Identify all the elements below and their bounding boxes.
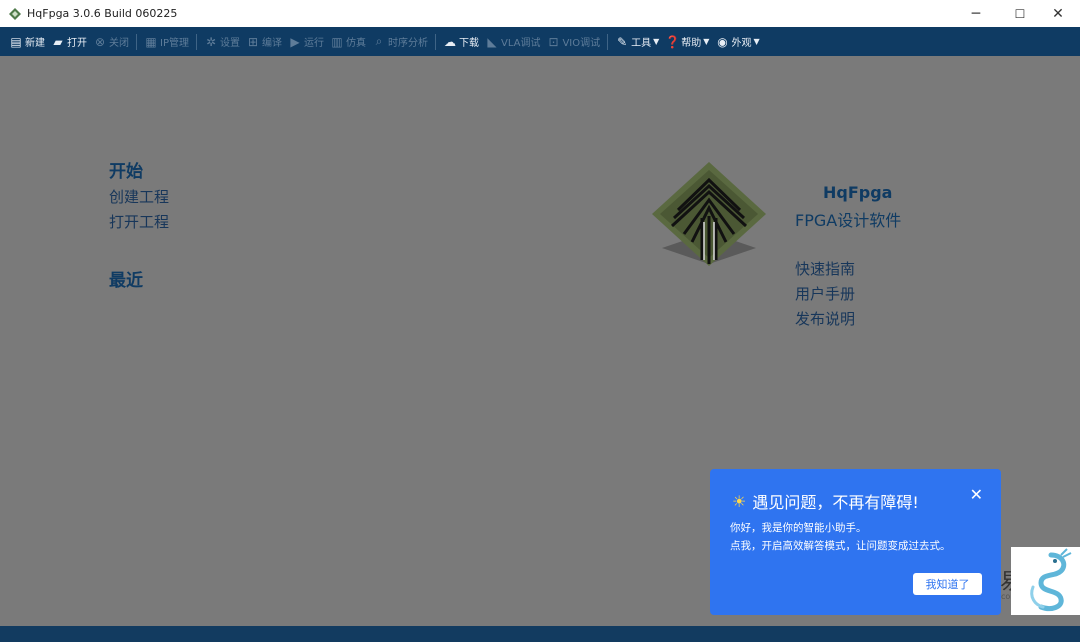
- toolbar-compile-button[interactable]: ⊞ 编译: [243, 27, 285, 56]
- toolbar-label: 外观: [731, 38, 752, 49]
- popup-ok-button[interactable]: 我知道了: [913, 573, 982, 595]
- maximize-icon: ☐: [1014, 6, 1026, 21]
- popup-line-2: 点我，开启高效解答模式，让问题变成过去式。: [730, 540, 951, 552]
- assistant-avatar-button[interactable]: [1011, 547, 1080, 615]
- chevron-down-icon: ▼: [703, 37, 710, 46]
- toolbar-appearance-menu[interactable]: ◉ 外观 ▼: [712, 27, 762, 56]
- open-folder-icon: ▰: [53, 34, 63, 49]
- vla-debug-icon: ◣: [487, 34, 497, 49]
- gear-icon: ✲: [205, 34, 217, 49]
- popup-close-button[interactable]: ✕: [970, 485, 983, 504]
- app-subtitle: FPGA设计软件: [795, 211, 902, 230]
- toolbar-open-button[interactable]: ▰ 打开: [48, 27, 90, 56]
- create-project-link[interactable]: 创建工程: [109, 186, 169, 207]
- toolbar-separator: [136, 33, 137, 50]
- toolbar-settings-button[interactable]: ✲ 设置: [201, 27, 243, 56]
- toolbar-label: VLA调试: [500, 38, 541, 49]
- toolbar-label: 下载: [458, 38, 479, 49]
- run-icon: ▶: [290, 34, 300, 49]
- app-name: HqFpga: [823, 183, 893, 202]
- close-window-button[interactable]: ✕: [1036, 0, 1080, 27]
- popup-title-text: 遇见问题，不再有障碍!: [752, 493, 919, 512]
- toolbar-separator: [434, 33, 436, 50]
- toolbar-vla-debug-button[interactable]: ◣ VLA调试: [482, 27, 543, 56]
- toolbar-label: 时序分析: [387, 38, 428, 49]
- dragon-icon: [1030, 548, 1072, 612]
- toolbar-label: IP管理: [160, 38, 189, 49]
- start-heading: 开始: [109, 162, 143, 182]
- chevron-down-icon: ▼: [753, 37, 760, 46]
- eye-icon: ◉: [717, 34, 728, 49]
- toolbar-download-button[interactable]: ☁ 下载: [440, 27, 482, 56]
- toolbar-tools-menu[interactable]: ✎ 工具 ▼: [612, 27, 662, 56]
- toolbar-simulate-button[interactable]: ▥ 仿真: [327, 27, 369, 56]
- main-toolbar: ▤ 新建 ▰ 打开 ⊗ 关闭 ▦ IP管理 ✲ 设置 ⊞ 编译 ▶ 运行 ▥ 仿真 ⌕ 时序分析 …: [0, 27, 1080, 56]
- close-icon: ✕: [1052, 5, 1064, 22]
- ip-manage-icon: ▦: [145, 34, 157, 49]
- close-icon: ✕: [969, 485, 983, 504]
- minimize-button[interactable]: ─: [954, 0, 998, 27]
- toolbar-label: 仿真: [345, 38, 366, 49]
- toolbar-label: 运行: [303, 38, 324, 49]
- simulate-icon: ▥: [331, 34, 343, 49]
- toolbar-label: 新建: [25, 38, 45, 49]
- toolbar-new-button[interactable]: ▤ 新建: [6, 27, 48, 56]
- minimize-icon: ─: [971, 5, 981, 22]
- hqfpga-logo: [652, 162, 766, 266]
- toolbar-run-button[interactable]: ▶ 运行: [285, 27, 327, 56]
- status-bar: [0, 626, 1080, 642]
- compile-icon: ⊞: [247, 34, 259, 49]
- toolbar-separator: [607, 33, 609, 50]
- toolbar-label: VIO调试: [562, 38, 601, 49]
- toolbar-close-button[interactable]: ⊗ 关闭: [90, 27, 132, 56]
- new-file-icon: ▤: [10, 34, 22, 49]
- release-notes-link[interactable]: 发布说明: [795, 308, 855, 329]
- user-manual-link[interactable]: 用户手册: [795, 283, 855, 304]
- toolbar-label: 关闭: [109, 38, 129, 49]
- quick-guide-link[interactable]: 快速指南: [795, 258, 855, 279]
- toolbar-label: 帮助: [681, 38, 702, 49]
- toolbar-label: 编译: [261, 38, 282, 49]
- toolbar-help-menu[interactable]: ❓ 帮助 ▼: [662, 27, 712, 56]
- close-circle-icon: ⊗: [94, 34, 106, 49]
- download-cloud-icon: ☁: [443, 34, 456, 49]
- recent-heading: 最近: [109, 271, 143, 291]
- sun-icon: ☀: [732, 491, 747, 511]
- popup-title: ☀ 遇见问题，不再有障碍!: [732, 489, 919, 513]
- toolbar-timing-button[interactable]: ⌕ 时序分析: [369, 27, 431, 56]
- popup-line-1: 你好，我是你的智能小助手。: [730, 522, 867, 534]
- assistant-popup[interactable]: ☀ 遇见问题，不再有障碍! ✕ 你好，我是你的智能小助手。 点我，开启高效解答模…: [710, 469, 1001, 615]
- toolbar-label: 设置: [219, 38, 240, 49]
- open-project-link[interactable]: 打开工程: [109, 211, 169, 232]
- chevron-down-icon: ▼: [653, 37, 660, 46]
- toolbar-vio-debug-button[interactable]: ⊡ VIO调试: [543, 27, 603, 56]
- toolbar-separator: [195, 33, 197, 50]
- timing-search-icon: ⌕: [375, 34, 383, 48]
- wrench-icon: ✎: [617, 34, 628, 49]
- window-title: HqFpga 3.0.6 Build 060225: [27, 7, 178, 20]
- toolbar-label: 打开: [67, 38, 87, 49]
- toolbar-label: 工具: [631, 38, 652, 49]
- vio-debug-icon: ⊡: [548, 34, 559, 49]
- app-logo-icon: [9, 7, 21, 20]
- toolbar-ip-manage-button[interactable]: ▦ IP管理: [141, 27, 192, 56]
- title-bar: HqFpga 3.0.6 Build 060225 ─ ☐ ✕: [0, 0, 1080, 27]
- help-icon: ❓: [665, 34, 681, 49]
